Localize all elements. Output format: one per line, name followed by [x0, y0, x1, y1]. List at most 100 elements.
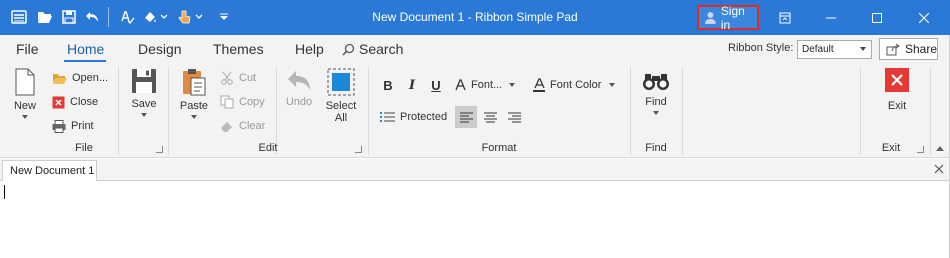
new-document-icon	[15, 68, 35, 96]
save-label: Save	[131, 98, 157, 110]
exit-button[interactable]: Exit	[881, 68, 913, 112]
close-document-button[interactable]	[932, 162, 946, 176]
tab-file[interactable]: File	[16, 41, 39, 57]
exit-group-label: Exit	[881, 142, 901, 154]
italic-button[interactable]: I	[401, 74, 423, 96]
underline-button[interactable]: U	[425, 74, 447, 96]
paste-button[interactable]: Paste	[177, 68, 211, 119]
exit-icon	[885, 68, 909, 92]
font-color-icon	[533, 78, 545, 92]
maximize-button[interactable]	[854, 0, 900, 35]
app-menu-icon[interactable]	[8, 6, 30, 28]
collapse-ribbon-icon[interactable]	[936, 146, 944, 151]
find-group-label: Find	[645, 142, 667, 154]
chevron-down-icon	[653, 111, 659, 115]
edit-dialog-launcher-icon[interactable]	[355, 146, 362, 153]
share-icon	[886, 43, 900, 55]
paint-icon[interactable]	[142, 6, 170, 28]
print-label: Print	[71, 120, 94, 132]
chevron-down-icon	[191, 115, 197, 119]
qat-separator	[108, 7, 109, 27]
eraser-icon	[221, 121, 232, 132]
undo-icon[interactable]	[82, 6, 102, 28]
sign-in-button[interactable]: Sign in	[697, 4, 759, 32]
align-right-button[interactable]	[503, 106, 525, 128]
tab-design[interactable]: Design	[138, 41, 182, 57]
maximize-icon	[872, 12, 882, 23]
font-color-label: Font Color	[550, 79, 602, 91]
group-separator	[930, 67, 931, 155]
document-editor[interactable]	[1, 181, 949, 258]
tab-themes[interactable]: Themes	[213, 41, 264, 57]
clear-button[interactable]: Clear	[220, 116, 265, 136]
undo-icon	[288, 71, 310, 90]
chevron-down-icon	[141, 113, 147, 117]
align-center-icon	[483, 112, 497, 122]
close-button[interactable]: Close	[52, 92, 98, 112]
chevron-down-icon	[860, 47, 866, 51]
file-group-label: File	[75, 142, 93, 154]
copy-button[interactable]: Copy	[220, 92, 265, 112]
ribbon-display-options-button[interactable]	[762, 0, 808, 35]
tab-help[interactable]: Help	[295, 41, 324, 57]
undo-label: Undo	[285, 96, 313, 108]
new-button[interactable]: New	[10, 68, 40, 119]
ribbon-display-icon	[779, 12, 791, 23]
binoculars-icon	[643, 74, 669, 90]
open-folder-icon[interactable]	[34, 6, 56, 28]
select-all-icon	[327, 68, 355, 96]
customize-icon[interactable]	[216, 6, 232, 28]
copy-icon	[220, 95, 234, 109]
align-center-button[interactable]	[479, 106, 501, 128]
font-color-button[interactable]: Font Color	[533, 75, 616, 95]
exit-label: Exit	[887, 100, 907, 112]
printer-icon	[52, 119, 66, 133]
document-tab-strip	[0, 159, 950, 181]
search-button[interactable]: Search	[342, 41, 403, 57]
user-icon	[704, 12, 716, 24]
find-button[interactable]: Find	[639, 68, 673, 115]
open-button[interactable]: Open...	[52, 68, 108, 88]
ribbon-style-value: Default	[802, 44, 834, 55]
cut-button[interactable]: Cut	[220, 68, 256, 88]
close-icon	[934, 164, 944, 174]
ribbon-style-select[interactable]: Default	[797, 40, 872, 59]
align-left-button[interactable]	[455, 106, 477, 128]
chevron-down-icon	[609, 83, 616, 87]
bulleted-list-icon	[380, 112, 395, 122]
find-label: Find	[645, 96, 667, 108]
select-all-label-1: Select	[325, 100, 357, 112]
ribbon-style-label: Ribbon Style:	[728, 42, 794, 54]
paste-label: Paste	[179, 100, 209, 112]
exit-dialog-launcher-icon[interactable]	[917, 146, 924, 153]
align-right-icon	[507, 112, 521, 122]
tab-home[interactable]: Home	[67, 41, 104, 57]
document-tab[interactable]: New Document 1	[2, 160, 97, 182]
format-group-label: Format	[481, 142, 517, 154]
save-button[interactable]: Save	[128, 68, 160, 117]
undo-button[interactable]: Undo	[283, 68, 315, 108]
clear-label: Clear	[239, 120, 266, 132]
scissors-icon	[221, 71, 233, 85]
spell-check-icon[interactable]	[116, 6, 138, 28]
bold-button[interactable]: B	[377, 74, 399, 96]
file-dialog-launcher-icon[interactable]	[156, 146, 163, 153]
new-label: New	[13, 100, 36, 112]
minimize-button[interactable]	[808, 0, 854, 35]
select-all-button[interactable]: Select All	[322, 68, 360, 124]
protected-button[interactable]: Protected	[380, 107, 447, 127]
touch-mode-icon[interactable]	[176, 6, 206, 28]
close-window-button[interactable]	[900, 0, 948, 35]
font-button[interactable]: Font...	[455, 75, 516, 95]
open-label: Open...	[72, 72, 109, 84]
save-icon[interactable]	[58, 6, 80, 28]
share-label: Share	[904, 42, 937, 56]
search-label: Search	[359, 41, 404, 57]
paste-icon	[183, 69, 206, 96]
cut-label: Cut	[239, 72, 257, 84]
print-button[interactable]: Print	[52, 116, 94, 136]
ribbon-panel: New Open... Close Print Save File Paste …	[0, 62, 950, 158]
share-button[interactable]: Share	[879, 38, 938, 60]
copy-label: Copy	[239, 96, 265, 108]
select-all-label-2: All	[334, 112, 348, 124]
